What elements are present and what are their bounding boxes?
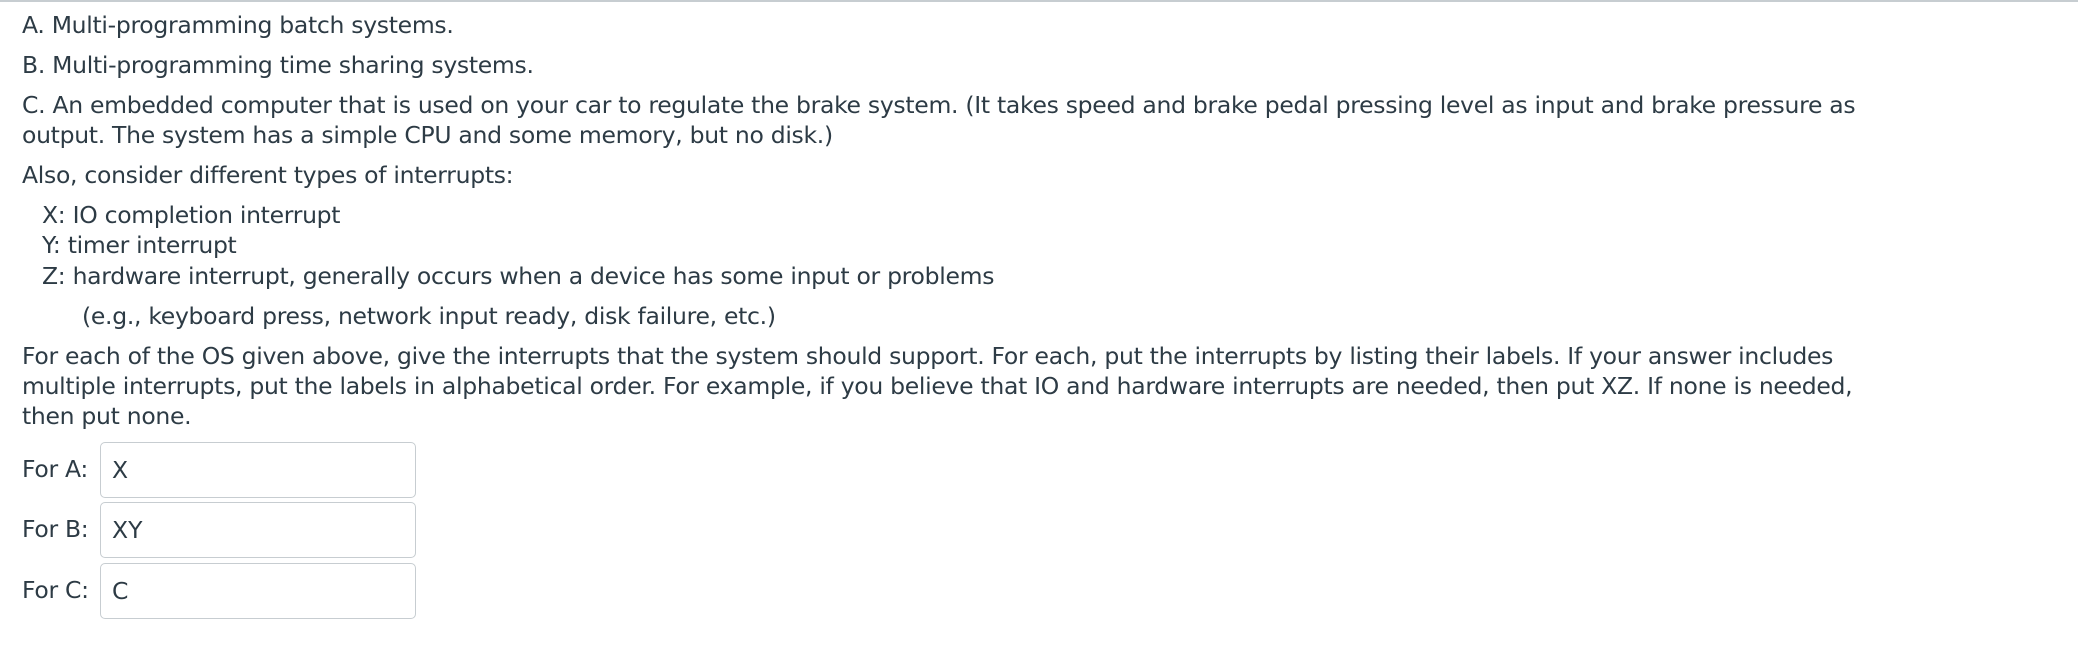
- instructions-line-2: multiple interrupts, put the labels in a…: [22, 372, 1853, 400]
- answer-input-a[interactable]: [100, 442, 416, 498]
- top-divider: [0, 0, 2078, 2]
- interrupt-y: Y: timer interrupt: [42, 231, 237, 259]
- interrupts-intro: Also, consider different types of interr…: [22, 161, 514, 189]
- answer-input-c[interactable]: [100, 563, 416, 619]
- answer-label-c: For C:: [22, 576, 89, 604]
- option-b: B. Multi-programming time sharing system…: [22, 51, 534, 79]
- answer-label-b: For B:: [22, 515, 89, 543]
- interrupt-x: X: IO completion interrupt: [42, 201, 341, 229]
- interrupt-z-examples: (e.g., keyboard press, network input rea…: [82, 302, 776, 330]
- interrupt-z: Z: hardware interrupt, generally occurs …: [42, 262, 995, 290]
- answer-label-a: For A:: [22, 455, 88, 483]
- instructions-line-1: For each of the OS given above, give the…: [22, 342, 1834, 370]
- option-c-line-2: output. The system has a simple CPU and …: [22, 121, 833, 149]
- option-c-line-1: C. An embedded computer that is used on …: [22, 91, 1856, 119]
- option-a: A. Multi-programming batch systems.: [22, 11, 454, 39]
- instructions-line-3: then put none.: [22, 402, 192, 430]
- answer-input-b[interactable]: [100, 502, 416, 558]
